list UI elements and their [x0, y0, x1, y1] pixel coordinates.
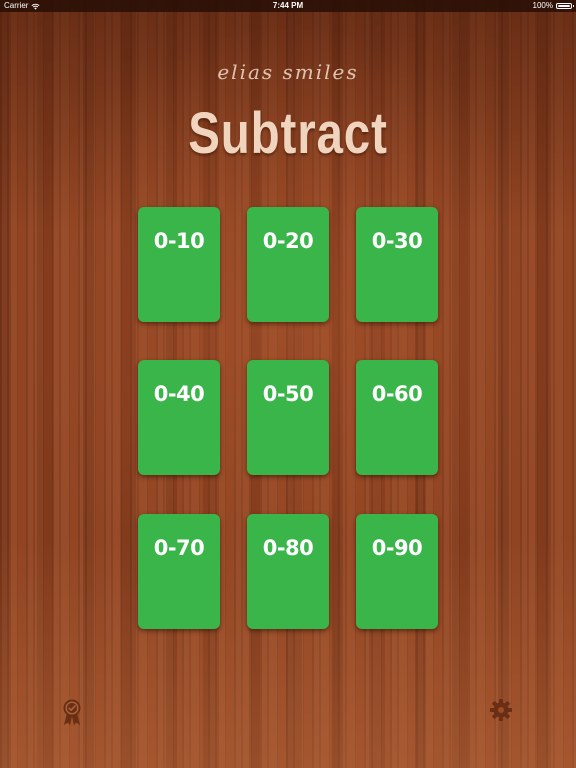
range-card-0-70[interactable]: 0-70	[138, 514, 220, 629]
card-label: 0-40	[153, 382, 205, 406]
card-label: 0-80	[262, 536, 314, 560]
card-label: 0-10	[153, 229, 205, 253]
settings-button[interactable]	[489, 698, 513, 722]
page-title: Subtract	[188, 101, 388, 166]
range-card-0-50[interactable]: 0-50	[247, 360, 329, 475]
battery-percent: 100%	[532, 1, 553, 10]
card-label: 0-20	[262, 229, 314, 253]
range-card-0-40[interactable]: 0-40	[138, 360, 220, 475]
range-card-0-20[interactable]: 0-20	[247, 207, 329, 322]
battery-icon	[556, 3, 574, 9]
range-card-0-10[interactable]: 0-10	[138, 207, 220, 322]
brand-logo: elias smiles	[217, 60, 359, 84]
range-card-0-90[interactable]: 0-90	[356, 514, 438, 629]
gear-icon	[490, 699, 512, 721]
status-time: 7:44 PM	[272, 1, 304, 10]
awards-button[interactable]	[60, 698, 84, 726]
card-label: 0-50	[262, 382, 314, 406]
award-ribbon-icon	[63, 699, 81, 726]
card-label: 0-90	[371, 536, 423, 560]
status-right: 100%	[532, 0, 574, 12]
card-label: 0-30	[371, 229, 423, 253]
status-bar: Carrier 7:44 PM 100%	[0, 0, 576, 12]
range-card-0-80[interactable]: 0-80	[247, 514, 329, 629]
card-label: 0-60	[371, 382, 423, 406]
range-card-0-30[interactable]: 0-30	[356, 207, 438, 322]
range-card-0-60[interactable]: 0-60	[356, 360, 438, 475]
card-label: 0-70	[153, 536, 205, 560]
